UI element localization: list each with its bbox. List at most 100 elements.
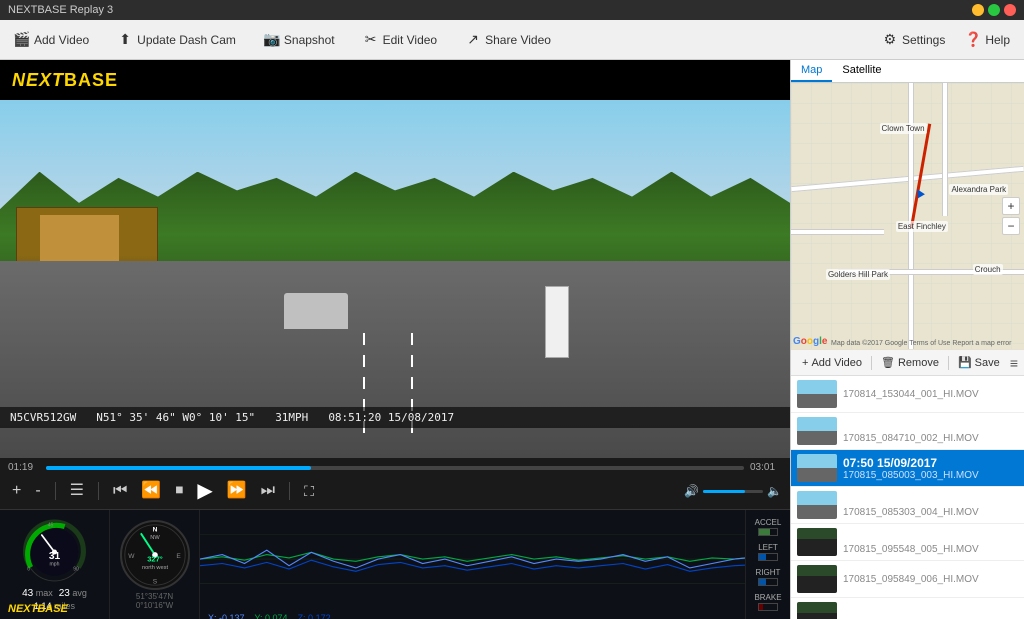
left-panel: NEXTBASE N5CVR512GW bbox=[0, 60, 790, 619]
main-content: NEXTBASE N5CVR512GW bbox=[0, 60, 1024, 619]
compass-panel: N E S W NW 327° north west bbox=[110, 510, 200, 619]
file-list-area: + Add Video 🗑 Remove 💾 Save ≡ 170814_153… bbox=[791, 350, 1024, 619]
z-value: Z: 0.172 bbox=[298, 613, 331, 619]
osd-bar: N5CVR512GW N51° 35' 46" W0° 10' 15" 31MP… bbox=[0, 407, 790, 428]
window-controls bbox=[972, 4, 1016, 16]
file-toolbar: + Add Video 🗑 Remove 💾 Save ≡ bbox=[791, 350, 1024, 376]
speedometer: 0 45 90 31 mph 43 max 23 avg 1.14 miles bbox=[0, 510, 110, 619]
fullscreen-button[interactable]: ⛶ bbox=[300, 482, 318, 500]
file-time: 09:01 15/09/2017 bbox=[843, 604, 1018, 618]
video-area[interactable]: N5CVR512GW N51° 35' 46" W0° 10' 15" 31MP… bbox=[0, 100, 790, 458]
compass-circle: N E S W NW 327° north west bbox=[120, 520, 190, 590]
list-item[interactable]: 07:48 15/09/2017170815_084710_002_HI.MOV bbox=[791, 413, 1024, 450]
list-item[interactable]: 170815_095849_006_HI.MOV bbox=[791, 561, 1024, 598]
controls-row: + - ☰ ⏮ ⏪ ⏹ ▶ ⏩ ⏭ ⛶ 🔊 🔈 bbox=[8, 477, 782, 505]
settings-icon: ⚙ bbox=[882, 32, 898, 48]
step-back-button[interactable]: ⏪ bbox=[137, 481, 165, 501]
file-time: 07:50 15/09/2017 bbox=[843, 456, 1018, 470]
video-frame: N5CVR512GW N51° 35' 46" W0° 10' 15" 31MP… bbox=[0, 100, 790, 458]
map-tab-map[interactable]: Map bbox=[791, 60, 832, 82]
skip-end-button[interactable]: ⏭ bbox=[257, 481, 279, 501]
add-video-button[interactable]: 🎬 Add Video bbox=[8, 28, 95, 52]
map-label-crouch: Crouch bbox=[973, 264, 1003, 275]
file-toolbar-sep-2 bbox=[948, 356, 949, 370]
progress-track[interactable] bbox=[46, 466, 744, 470]
list-item[interactable]: 09:01 15/09/2017170815_100149_007_HI.MOV bbox=[791, 598, 1024, 619]
map-road-v2 bbox=[942, 83, 948, 216]
file-thumbnail bbox=[797, 565, 837, 593]
minimize-button[interactable] bbox=[972, 4, 984, 16]
map-zoom-out[interactable]: − bbox=[1002, 217, 1020, 235]
help-button[interactable]: ❓ Help bbox=[959, 28, 1016, 52]
osd-device-id: N5CVR512GW bbox=[10, 411, 76, 424]
list-item[interactable]: 08:57 15/09/2017170815_095548_005_HI.MOV bbox=[791, 524, 1024, 561]
menu-button[interactable]: ☰ bbox=[66, 481, 88, 501]
file-info: 170814_153044_001_HI.MOV bbox=[843, 389, 1018, 400]
update-icon: ⬆ bbox=[117, 32, 133, 48]
file-menu-icon[interactable]: ≡ bbox=[1010, 355, 1018, 371]
file-remove-button[interactable]: 🗑 Remove bbox=[876, 354, 944, 371]
accel-label: ACCEL bbox=[750, 518, 786, 536]
file-info: 07:53 15/09/2017170815_085303_004_HI.MOV bbox=[843, 493, 1018, 518]
file-time: 08:57 15/09/2017 bbox=[843, 530, 1018, 544]
snapshot-button[interactable]: 📷 Snapshot bbox=[258, 28, 341, 52]
svg-text:W: W bbox=[128, 552, 135, 559]
file-info: 08:57 15/09/2017170815_095548_005_HI.MOV bbox=[843, 530, 1018, 555]
map-tab-satellite[interactable]: Satellite bbox=[832, 60, 891, 82]
zoom-in-button[interactable]: + bbox=[8, 481, 25, 501]
scene-post bbox=[545, 286, 569, 358]
svg-text:mph: mph bbox=[50, 562, 60, 568]
file-filename: 170815_085003_003_HI.MOV bbox=[843, 470, 1018, 481]
file-thumbnail bbox=[797, 380, 837, 408]
svg-text:0: 0 bbox=[27, 567, 30, 573]
x-value: X: -0.137 bbox=[208, 613, 245, 619]
google-logo: Google bbox=[793, 336, 827, 347]
time-total: 03:01 bbox=[750, 462, 782, 473]
title-bar: NEXTBASE Replay 3 bbox=[0, 0, 1024, 20]
list-item[interactable]: 170814_153044_001_HI.MOV bbox=[791, 376, 1024, 413]
list-item[interactable]: 07:50 15/09/2017170815_085003_003_HI.MOV bbox=[791, 450, 1024, 487]
file-filename: 170815_095849_006_HI.MOV bbox=[843, 574, 1018, 585]
stop-button[interactable]: ⏹ bbox=[171, 481, 187, 501]
accel-graph: X: -0.137 Y: 0.074 Z: 0.172 ACCEL LEFT bbox=[200, 510, 790, 619]
share-video-button[interactable]: ↗ Share Video bbox=[459, 28, 557, 52]
file-list: 170814_153044_001_HI.MOV 07:48 15/09/2017… bbox=[791, 376, 1024, 619]
add-video-icon: 🎬 bbox=[14, 32, 30, 48]
map-label-eastfinchley: East Finchley bbox=[896, 221, 948, 232]
controls-divider-3 bbox=[289, 482, 290, 500]
svg-text:45: 45 bbox=[48, 523, 54, 529]
y-value: Y: 0.074 bbox=[255, 613, 288, 619]
map-canvas[interactable]: ▲ Clown Town East Finchley Alexandra Par… bbox=[791, 83, 1024, 349]
progress-bar-container: 01:19 03:01 bbox=[8, 462, 782, 473]
svg-text:north west: north west bbox=[141, 565, 167, 571]
file-time: 07:53 15/09/2017 bbox=[843, 493, 1018, 507]
edit-video-button[interactable]: ✂ Edit Video bbox=[357, 28, 444, 52]
file-save-button[interactable]: 💾 Save bbox=[953, 354, 1005, 371]
file-add-video-button[interactable]: + Add Video bbox=[797, 355, 867, 371]
osd-gps: N51° 35' 46" W0° 10' 15" bbox=[96, 411, 255, 424]
close-button[interactable] bbox=[1004, 4, 1016, 16]
settings-button[interactable]: ⚙ Settings bbox=[876, 28, 951, 52]
volume-track[interactable] bbox=[703, 490, 763, 493]
map-label-clowntown: Clown Town bbox=[880, 123, 927, 134]
update-dash-cam-button[interactable]: ⬆ Update Dash Cam bbox=[111, 28, 242, 52]
file-filename: 170815_085303_004_HI.MOV bbox=[843, 507, 1018, 518]
list-item[interactable]: 07:53 15/09/2017170815_085303_004_HI.MOV bbox=[791, 487, 1024, 524]
svg-text:S: S bbox=[152, 578, 157, 585]
maximize-button[interactable] bbox=[988, 4, 1000, 16]
map-road-h2 bbox=[791, 229, 884, 235]
speed-stats: 43 max 23 avg bbox=[22, 588, 87, 599]
volume-area: 🔊 🔈 bbox=[684, 484, 782, 498]
svg-text:90: 90 bbox=[73, 567, 79, 573]
snapshot-icon: 📷 bbox=[264, 32, 280, 48]
step-fwd-button[interactable]: ⏩ bbox=[223, 481, 251, 501]
file-time: 07:48 15/09/2017 bbox=[843, 419, 1018, 433]
right-panel: Map Satellite ▲ Clown Town East Finchley… bbox=[790, 60, 1024, 619]
play-button[interactable]: ▶ bbox=[193, 479, 216, 503]
svg-text:31: 31 bbox=[49, 551, 61, 562]
zoom-out-button[interactable]: - bbox=[31, 481, 44, 501]
file-filename: 170815_084710_002_HI.MOV bbox=[843, 433, 1018, 444]
skip-start-button[interactable]: ⏮ bbox=[109, 481, 131, 501]
map-zoom-in[interactable]: + bbox=[1002, 197, 1020, 215]
brake-label: BRAKE bbox=[750, 593, 786, 611]
